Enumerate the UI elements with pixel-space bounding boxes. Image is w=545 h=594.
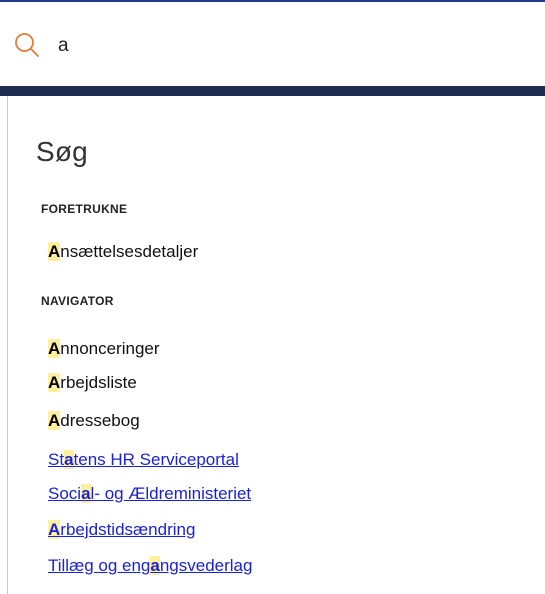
item-suffix: ngsvederlag: [159, 556, 253, 575]
item-match-highlight: A: [48, 242, 61, 261]
search-input[interactable]: [58, 32, 528, 60]
result-item-annonceringer[interactable]: Annonceringer: [48, 339, 160, 359]
item-suffix: l- og Ældreministeriet: [90, 484, 252, 503]
item-match-highlight: A: [48, 520, 61, 539]
result-link-arbejdstidsaendring[interactable]: Arbejdstidsændring: [48, 520, 195, 540]
item-prefix: St: [48, 450, 65, 469]
search-bar: [0, 2, 545, 86]
item-suffix: nsættelsesdetaljer: [60, 242, 199, 261]
item-prefix: Tillæg og eng: [48, 556, 151, 575]
item-suffix: nnonceringer: [60, 339, 160, 358]
item-match-highlight: a: [150, 556, 160, 575]
result-item-favorite[interactable]: Ansættelsesdetaljer: [48, 242, 198, 262]
header-band: [0, 86, 545, 96]
result-link-statens-hr-serviceportal[interactable]: Statens HR Serviceportal: [48, 450, 239, 470]
search-results-panel: Søg FORETRUKNE Ansættelsesdetaljer NAVIG…: [7, 96, 545, 594]
result-link-social-og-aeldreministeriet[interactable]: Social- og Ældreministeriet: [48, 484, 251, 504]
search-icon[interactable]: [14, 32, 40, 58]
item-suffix: dressebog: [60, 411, 140, 430]
item-suffix: rbejdstidsændring: [60, 520, 196, 539]
item-match-highlight: A: [48, 373, 61, 392]
result-item-arbejdsliste[interactable]: Arbejdsliste: [48, 373, 137, 393]
item-prefix: Soci: [48, 484, 82, 503]
section-heading-navigator: NAVIGATOR: [41, 294, 114, 308]
item-suffix: rbejdsliste: [60, 373, 137, 392]
item-match-highlight: A: [48, 411, 61, 430]
item-match-highlight: A: [48, 339, 61, 358]
panel-title: Søg: [36, 136, 88, 167]
result-link-tillaeg-og-engangsvederlag[interactable]: Tillæg og engangsvederlag: [48, 556, 252, 576]
item-suffix: tens HR Serviceportal: [73, 450, 239, 469]
result-item-adressebog[interactable]: Adressebog: [48, 411, 140, 431]
item-match-highlight: a: [64, 450, 74, 469]
item-match-highlight: a: [81, 484, 91, 503]
section-heading-favorites: FORETRUKNE: [41, 202, 128, 216]
